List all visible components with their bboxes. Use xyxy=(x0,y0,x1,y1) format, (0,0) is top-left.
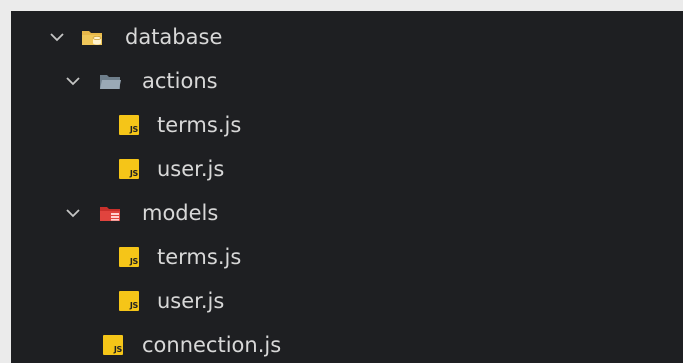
file-name: terms.js xyxy=(157,245,242,269)
tree-item-file[interactable]: JS user.js xyxy=(11,279,683,323)
javascript-file-icon: JS xyxy=(119,291,139,311)
tree-item-file[interactable]: JS terms.js xyxy=(11,103,683,147)
javascript-file-icon: JS xyxy=(103,335,123,355)
tree-item-database[interactable]: database xyxy=(11,15,683,59)
javascript-file-icon: JS xyxy=(119,247,139,267)
database-folder-icon xyxy=(82,31,102,45)
models-folder-icon xyxy=(100,207,120,221)
tree-item-label: database xyxy=(125,25,223,49)
file-name: terms.js xyxy=(157,113,242,137)
tree-item-label: actions xyxy=(142,69,218,93)
tree-item-label: models xyxy=(142,201,219,225)
tree-item-file[interactable]: JS user.js xyxy=(11,147,683,191)
javascript-file-icon: JS xyxy=(119,159,139,179)
file-name: user.js xyxy=(157,289,225,313)
tree-item-file[interactable]: JS terms.js xyxy=(11,235,683,279)
file-name: connection.js xyxy=(142,333,282,357)
tree-item-actions[interactable]: actions xyxy=(11,59,683,103)
javascript-file-icon: JS xyxy=(119,115,139,135)
chevron-down-icon[interactable] xyxy=(64,204,82,222)
file-explorer: database actions JS terms.js JS user.js xyxy=(11,11,683,363)
tree-item-file[interactable]: JS connection.js xyxy=(11,323,683,363)
chevron-down-icon[interactable] xyxy=(48,28,66,46)
folder-open-icon xyxy=(100,75,121,89)
tree-item-models[interactable]: models xyxy=(11,191,683,235)
file-name: user.js xyxy=(157,157,225,181)
chevron-down-icon[interactable] xyxy=(64,72,82,90)
